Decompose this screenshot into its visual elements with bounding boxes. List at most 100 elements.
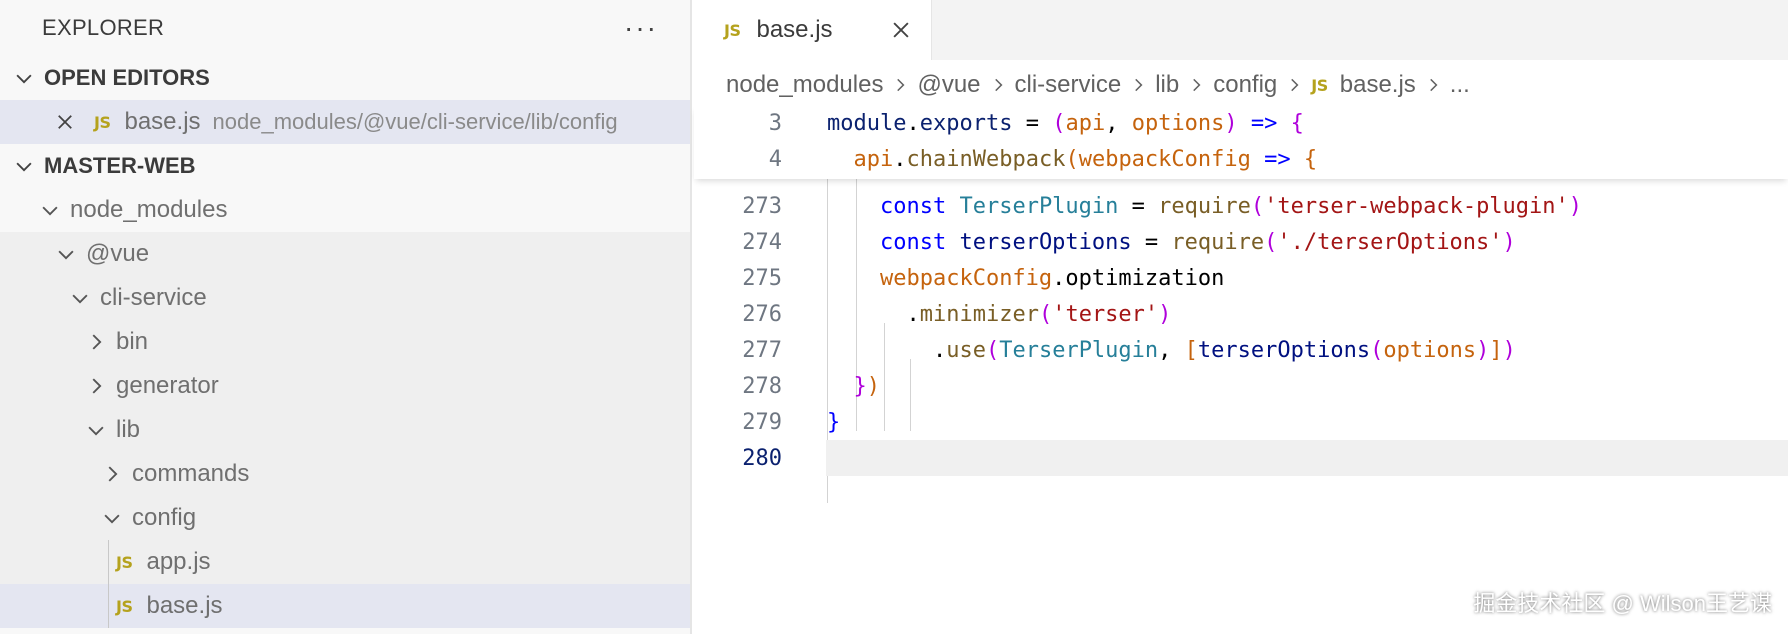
line-number: 4 [768,146,782,172]
tree-item-base-js[interactable]: JS base.js [0,584,690,628]
chevron-right-icon [82,328,110,356]
tree-item-cli-service[interactable]: cli-service [0,276,690,320]
chevron-down-icon [10,152,38,180]
code-line: 275 webpackConfig.optimization [694,260,1788,296]
code-line: 277 .use(TerserPlugin, [terserOptions(op… [694,332,1788,368]
chevron-right-icon [98,460,126,488]
open-editors-section-header[interactable]: OPEN EDITORS [0,56,690,100]
code-text: }) [853,373,881,399]
chevron-right-icon [987,74,1009,96]
line-number: 276 [742,301,782,327]
indent-guide [108,584,109,628]
watermark: 掘金技术社区 @ Wilson王艺谋 [1473,591,1772,616]
line-number: 274 [742,229,782,255]
js-file-icon: JS [724,20,741,40]
explorer-title: EXPLORER [42,15,165,40]
code-line: 279 } [694,404,1788,440]
tab-label: base.js [756,16,833,43]
line-number: 273 [742,193,782,219]
code-line: 4 api.chainWebpack(webpackConfig => { [694,141,1788,177]
code-text: webpackConfig.optimization [879,265,1225,291]
js-file-icon: JS [94,112,111,132]
code-line: 3 module.exports = (api, options) => { [694,105,1788,141]
chevron-down-icon [52,240,80,268]
tree-item-app-js[interactable]: JS app.js [0,540,690,584]
line-number: 277 [742,337,782,363]
code-text: .use(TerserPlugin, [terserOptions(option… [932,337,1516,363]
tree-item-lib[interactable]: lib [0,408,690,452]
close-icon[interactable] [887,16,915,44]
tree-item-label: config [132,504,197,531]
tree-item-label: bin [116,328,149,355]
more-actions-icon[interactable]: ··· [624,12,658,44]
chevron-right-icon [1185,74,1207,96]
explorer-header: EXPLORER ··· [0,0,690,56]
code-text: const TerserPlugin = require('terser-web… [879,193,1583,219]
tree-item-label: commands [132,460,250,487]
chevron-down-icon [36,196,64,224]
code-line: 274 const terserOptions = require('./ter… [694,224,1788,260]
tree-item-label: @vue [86,240,150,267]
chevron-right-icon [889,74,911,96]
editor-area: JS base.js node_modules @vue cli-service… [694,0,1788,634]
line-number: 278 [742,373,782,399]
code-text: } [827,409,841,435]
open-editor-item[interactable]: JS base.js node_modules/@vue/cli-service… [0,100,690,144]
code-editor[interactable]: 3 module.exports = (api, options) => { 4… [694,105,1788,634]
tab-bar: JS base.js [694,0,1788,60]
line-number: 3 [768,110,782,136]
code-text: const terserOptions = require('./terserO… [879,229,1516,255]
tree-item-label: lib [116,416,141,443]
explorer-sidebar: EXPLORER ··· OPEN EDITORS JS base.js nod… [0,0,692,634]
chevron-down-icon [82,416,110,444]
workspace-label: MASTER-WEB [44,153,196,178]
chevron-right-icon [1127,74,1149,96]
tab-base-js[interactable]: JS base.js [694,0,932,60]
breadcrumb-item[interactable]: node_modules [726,71,883,99]
close-icon[interactable] [52,109,78,135]
breadcrumb-file[interactable]: base.js [1340,71,1416,99]
code-line: 273 const TerserPlugin = require('terser… [694,188,1788,224]
tree-item-label: app.js [146,548,211,575]
chevron-right-icon [1422,74,1444,96]
tree-item-bin[interactable]: bin [0,320,690,364]
code-line: 278 }) [694,368,1788,404]
breadcrumb-item[interactable]: lib [1155,71,1179,99]
js-file-icon: JS [116,596,133,616]
line-number: 279 [742,409,782,435]
open-editor-filename: base.js [124,108,201,135]
tree-item-label: cli-service [100,284,207,311]
chevron-right-icon [1283,74,1305,96]
breadcrumb-more[interactable]: ... [1450,71,1470,99]
code-text: api.chainWebpack(webpackConfig => { [853,146,1318,172]
line-number: 280 [742,445,782,471]
breadcrumb-item[interactable]: @vue [917,71,980,99]
tree-item-label: generator [116,372,219,399]
chevron-down-icon [98,504,126,532]
tree-item-config[interactable]: config [0,496,690,540]
sticky-scroll-header[interactable]: 3 module.exports = (api, options) => { 4… [694,105,1788,179]
tree-item-vue[interactable]: @vue [0,232,690,276]
workspace-section-header[interactable]: MASTER-WEB [0,144,690,188]
chevron-right-icon [82,372,110,400]
tree-item-generator[interactable]: generator [0,364,690,408]
open-editor-path: node_modules/@vue/cli-service/lib/config [212,109,618,134]
tree-item-node-modules[interactable]: node_modules [0,188,690,232]
js-file-icon: JS [1311,75,1328,95]
tree-item-label: base.js [146,592,223,619]
code-line: 276 .minimizer('terser') [694,296,1788,332]
breadcrumb-item[interactable]: cli-service [1015,71,1122,99]
indent-guide [108,540,109,584]
code-line-active[interactable]: 280 [694,440,1788,476]
chevron-down-icon [10,64,38,92]
code-text: .minimizer('terser') [906,301,1172,327]
js-file-icon: JS [116,552,133,572]
open-editors-label: OPEN EDITORS [44,65,210,90]
code-text: module.exports = (api, options) => { [827,110,1304,136]
breadcrumb: node_modules @vue cli-service lib config… [694,60,1788,110]
chevron-down-icon [66,284,94,312]
breadcrumb-item[interactable]: config [1213,71,1277,99]
tree-item-commands[interactable]: commands [0,452,690,496]
tree-item-label: node_modules [70,196,228,223]
line-number: 275 [742,265,782,291]
